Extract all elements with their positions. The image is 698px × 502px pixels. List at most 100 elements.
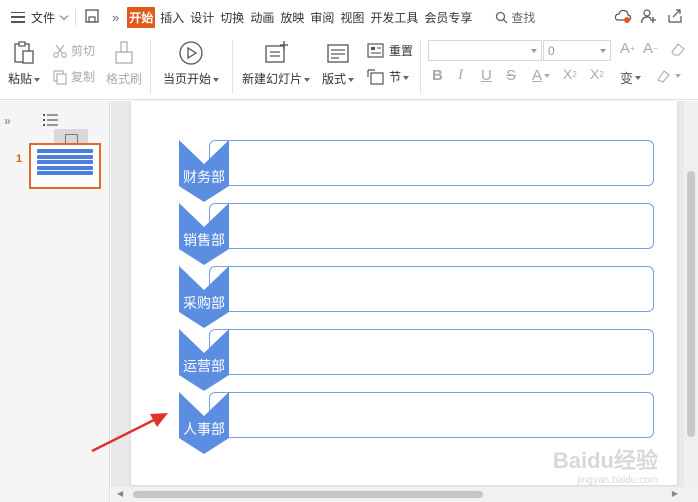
tab-insert[interactable]: 插入 [159,9,185,26]
more-icon[interactable]: » [112,10,119,25]
text-box[interactable] [209,266,654,312]
top-right-icons [614,7,684,28]
paste-label: 粘贴 [8,72,33,86]
copy-label: 复制 [71,70,96,84]
clipboard-icon [14,41,34,64]
horizontal-scrollbar[interactable]: ◀ ▶ [111,487,698,502]
format-painter-button[interactable]: 格式刷 [106,40,142,87]
text-box[interactable] [209,392,654,438]
department-row[interactable]: 财务部 [179,140,654,202]
share-icon[interactable] [666,7,684,28]
format-painter-label: 格式刷 [106,72,143,86]
tab-slideshow[interactable]: 放映 [279,9,305,26]
reset-button[interactable]: 重置 [367,42,413,59]
paste-button[interactable]: 粘贴 [8,40,41,87]
outline-view-icon[interactable] [42,112,60,128]
scroll-left-icon[interactable]: ◀ [117,489,123,498]
divider [232,40,233,94]
section-icon [367,68,384,85]
cut-button[interactable]: 剪切 [52,42,95,59]
vertical-scrollbar[interactable] [684,101,698,487]
section-label: 节 [389,70,402,84]
slide-thumbnail[interactable] [29,143,101,189]
scroll-thumb[interactable] [133,491,483,498]
copy-icon [53,69,67,85]
layout-button[interactable]: 版式 [322,40,355,87]
search-icon [496,11,508,23]
scroll-right-icon[interactable]: ▶ [672,489,678,498]
new-slide-button[interactable]: 新建幻灯片 [242,40,311,87]
font-name-select[interactable] [428,40,542,61]
play-from-current-label: 当页开始 [163,72,212,86]
scissors-icon [53,44,67,58]
increase-font-icon[interactable]: A + [620,40,635,57]
file-menu[interactable]: 文件 [0,0,69,34]
expand-panel-icon[interactable]: » [4,114,11,128]
text-box[interactable] [209,203,654,249]
font-size-value: 0 [548,43,555,58]
subscript-icon[interactable]: X2 [590,66,604,82]
brush-icon [115,41,133,64]
eraser-icon[interactable] [670,41,686,57]
divider [420,40,421,94]
layout-label: 版式 [322,72,347,86]
text-box[interactable] [209,140,654,186]
file-menu-label: 文件 [31,10,56,25]
save-icon[interactable] [84,8,100,27]
slide-number: 1 [16,153,23,165]
bold-icon[interactable]: B [432,67,443,84]
tab-transition[interactable]: 切换 [219,9,245,26]
cloud-sync-icon[interactable] [614,7,632,28]
cut-label: 剪切 [71,44,96,58]
tab-animation[interactable]: 动画 [249,9,275,26]
tab-home[interactable]: 开始 [127,6,156,28]
tab-view[interactable]: 视图 [339,9,365,26]
slide-canvas[interactable]: 财务部 销售部 采购部 运营部 人事部 [131,101,677,485]
department-label: 财务部 [183,169,225,185]
decrease-font-icon[interactable]: A − [643,40,658,57]
divider [150,40,151,94]
department-row[interactable]: 销售部 [179,203,654,265]
superscript-icon[interactable]: X2 [563,66,577,82]
new-slide-icon [265,41,288,63]
watermark-logo: Baidu经验 jingyan.baidu.com [553,443,658,486]
menu-icon [11,11,25,23]
font-color-icon[interactable]: A [532,67,551,84]
department-row[interactable]: 采购部 [179,266,654,328]
phonetic-icon[interactable]: 变 [620,68,642,87]
watermark-brand: Baidu经验 [552,448,658,473]
copy-button[interactable]: 复制 [52,68,95,85]
ribbon-toolbar: 粘贴 剪切 复制 格式刷 当页开始 新建幻灯片 版式 重置 节 0 A + A … [0,34,698,100]
department-label: 采购部 [183,295,225,311]
menu-bar: 文件 » 开始 插入 设计 切换 动画 放映 审阅 视图 开发工具 会员专享 查… [0,0,698,34]
section-button[interactable]: 节 [367,68,410,85]
strikethrough-icon[interactable]: S [506,67,516,84]
department-row[interactable]: 运营部 [179,329,654,391]
reset-label: 重置 [389,44,414,58]
department-label: 人事部 [183,421,225,437]
italic-icon[interactable]: I [458,67,463,84]
divider [75,9,77,25]
tab-developer[interactable]: 开发工具 [369,9,419,26]
tab-design[interactable]: 设计 [189,9,215,26]
new-slide-label: 新建幻灯片 [242,72,303,86]
text-box[interactable] [209,329,654,375]
slide-editing-area: 财务部 销售部 采购部 运营部 人事部 ◀ ▶ [111,101,698,502]
reset-icon [367,42,384,58]
add-user-icon[interactable] [640,7,658,28]
play-icon [179,41,203,65]
tab-review[interactable]: 审阅 [309,9,335,26]
underline-icon[interactable]: U [481,67,492,84]
highlight-icon[interactable] [655,68,681,84]
play-from-current-button[interactable]: 当页开始 [163,40,220,87]
layout-icon [327,44,349,63]
department-label: 销售部 [183,232,225,248]
font-size-select[interactable]: 0 [543,40,611,61]
tab-member[interactable]: 会员专享 [423,9,473,26]
search-label: 查找 [511,10,536,25]
slides-panel: » 1 [0,101,110,502]
search-box[interactable]: 查找 [495,9,535,26]
scroll-thumb[interactable] [687,171,695,437]
department-label: 运营部 [183,358,225,374]
chevron-down-icon [59,11,69,20]
